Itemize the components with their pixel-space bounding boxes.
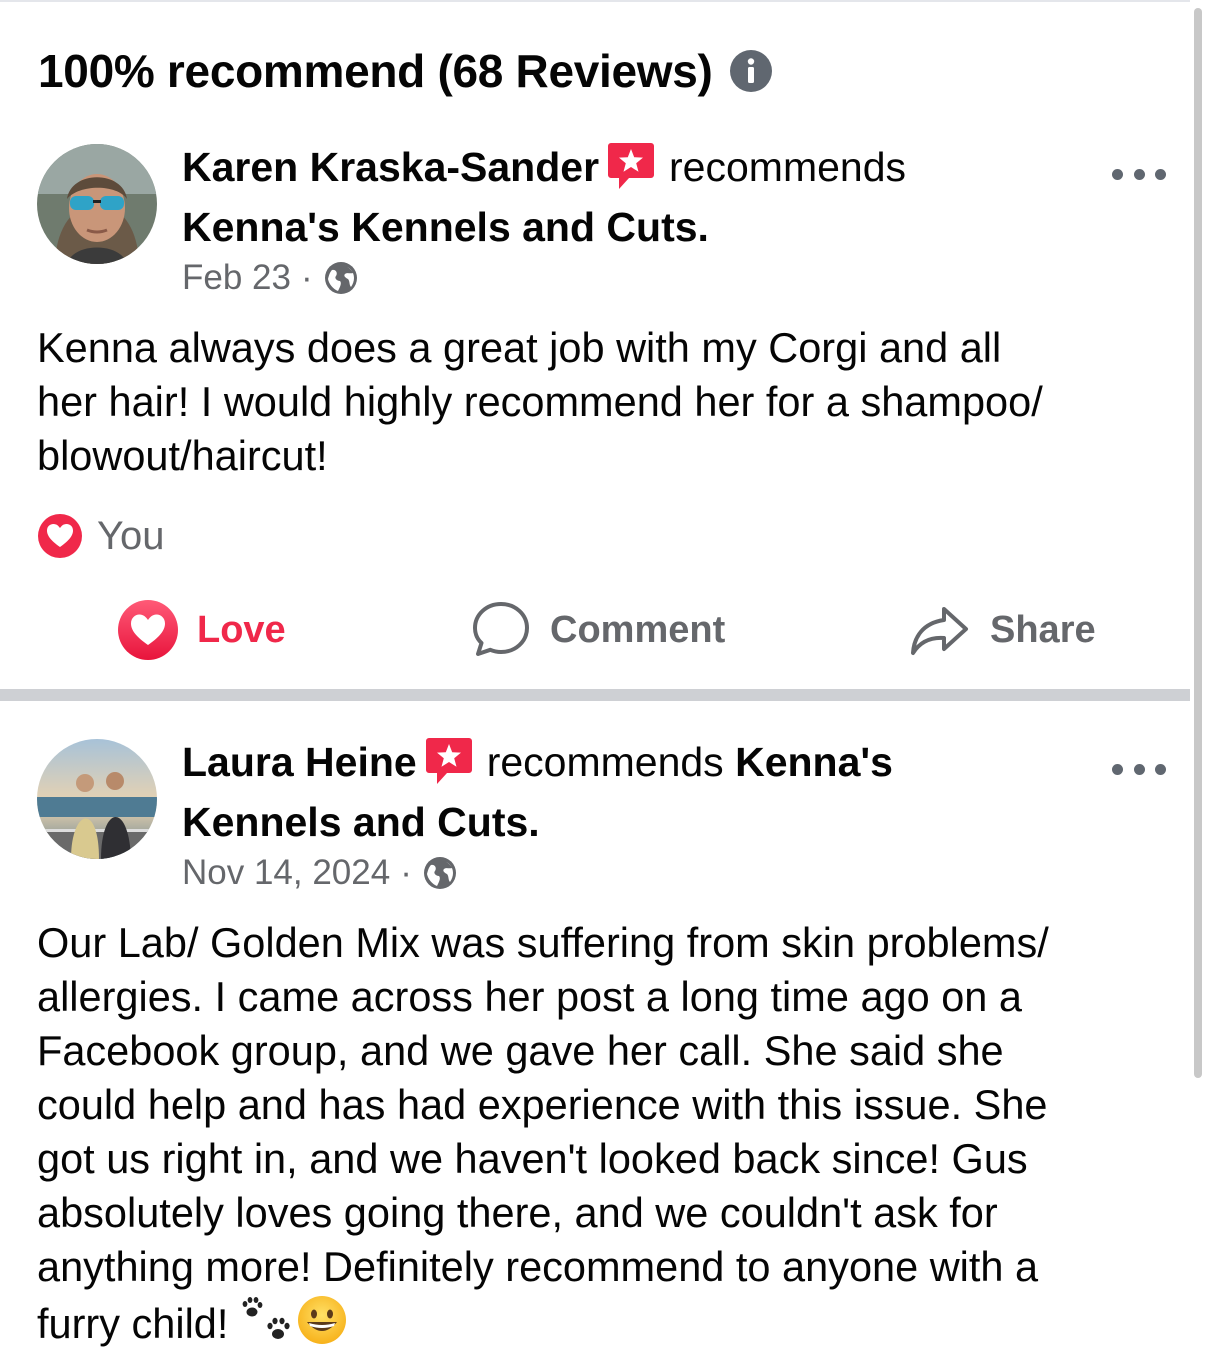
review-body: Our Lab/ Golden Mix was suffering from s…	[37, 916, 1177, 1351]
avatar[interactable]	[37, 739, 157, 859]
reaction-summary-label: You	[97, 513, 165, 558]
scrollbar-thumb[interactable]	[1194, 8, 1202, 1078]
page-name-link[interactable]: Kenna's	[735, 739, 893, 785]
reviewer-name[interactable]: Karen Kraska-Sander	[182, 144, 599, 190]
review-headline: Karen Kraska-Sander recommends Kenna's K…	[182, 137, 1062, 257]
more-options-button[interactable]	[1112, 759, 1166, 779]
comment-label: Comment	[550, 608, 726, 651]
love-heart-icon	[118, 600, 178, 660]
love-heart-icon	[38, 514, 82, 558]
action-bar: Love Comment Share	[0, 590, 1190, 670]
top-border	[0, 0, 1206, 2]
more-dot-icon	[1112, 168, 1123, 180]
recommends-label: recommends	[486, 739, 724, 785]
love-button[interactable]: Love	[117, 590, 286, 670]
review-headline: Laura Heine recommends Kenna's Kennels a…	[182, 732, 1062, 852]
page-name-link[interactable]: Kennels and Cuts.	[182, 799, 540, 845]
more-dot-icon	[1155, 763, 1166, 775]
comment-button[interactable]: Comment	[470, 590, 725, 670]
comment-bubble-icon	[473, 602, 529, 656]
avatar[interactable]	[37, 144, 157, 264]
globe-icon	[324, 262, 357, 294]
reviews-header: 100% recommend (68 Reviews)	[38, 44, 773, 98]
meta-separator: ·	[300, 258, 313, 297]
more-dot-icon	[1155, 168, 1166, 180]
review-body-text: Our Lab/ Golden Mix was suffering from s…	[37, 919, 1049, 1347]
more-dot-icon	[1133, 763, 1145, 775]
share-label: Share	[990, 608, 1096, 651]
recommend-badge-icon	[425, 738, 472, 784]
avatar-photo-karen	[37, 144, 157, 264]
review-date[interactable]: Nov 14, 2024	[182, 853, 390, 893]
more-options-button[interactable]	[1112, 164, 1166, 184]
reviewer-name[interactable]: Laura Heine	[182, 739, 417, 785]
recommends-label: recommends	[669, 144, 907, 190]
review-meta: Feb 23 ·	[182, 258, 359, 298]
recommend-badge-icon	[608, 143, 655, 189]
more-dot-icon	[1112, 763, 1123, 775]
meta-separator: ·	[400, 853, 412, 892]
share-button[interactable]: Share	[908, 590, 1096, 670]
reviews-page: 100% recommend (68 Reviews) Karen Kraska…	[0, 0, 1206, 1353]
grinning-face-icon	[297, 1296, 346, 1344]
reaction-summary[interactable]: You	[37, 513, 165, 559]
review-date[interactable]: Feb 23	[182, 258, 291, 298]
paw-prints-icon	[242, 1297, 290, 1339]
globe-icon	[423, 857, 456, 889]
scrollbar[interactable]	[1190, 0, 1206, 1353]
avatar-photo-laura	[37, 739, 157, 859]
page-name-link[interactable]: Kenna's Kennels and Cuts.	[182, 204, 709, 250]
info-icon[interactable]	[729, 49, 773, 93]
review-meta: Nov 14, 2024 ·	[182, 853, 458, 893]
share-arrow-icon	[911, 607, 968, 655]
review-body: Kenna always does a great job with my Co…	[37, 324, 1043, 479]
more-dot-icon	[1133, 168, 1145, 180]
review-divider	[0, 689, 1206, 701]
love-label: Love	[197, 608, 286, 651]
reviews-summary-title: 100% recommend (68 Reviews)	[38, 45, 713, 97]
